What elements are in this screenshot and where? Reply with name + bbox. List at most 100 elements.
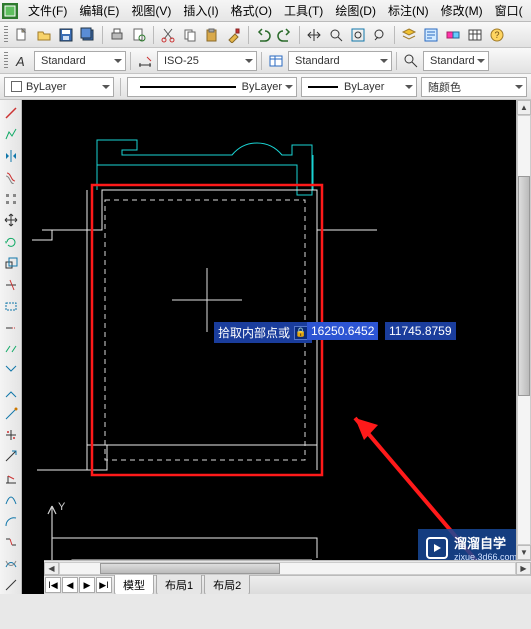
table-style-value: Standard	[295, 55, 340, 67]
coord-x-input[interactable]: 16250.6452	[307, 322, 378, 340]
rotate-icon[interactable]	[2, 233, 20, 250]
text-style-combo[interactable]: Standard	[34, 51, 126, 71]
search-style-combo[interactable]: Standard	[423, 51, 489, 71]
toolbar-grip[interactable]	[4, 52, 8, 70]
arc-icon[interactable]	[2, 512, 20, 529]
menu-file[interactable]: 文件(F)	[22, 0, 73, 21]
extend-icon[interactable]	[2, 319, 20, 336]
print-icon[interactable]	[107, 25, 127, 45]
undo-icon[interactable]	[253, 25, 273, 45]
save-icon[interactable]	[56, 25, 76, 45]
tab-layout2[interactable]: 布局2	[204, 575, 250, 595]
vertical-scrollbar[interactable]: ▲ ▼	[516, 100, 531, 560]
fillet-icon[interactable]	[2, 362, 20, 379]
rectangle-icon[interactable]	[2, 297, 20, 314]
menu-dimension[interactable]: 标注(N)	[382, 0, 435, 21]
point-icon[interactable]	[2, 555, 20, 572]
dim-style-value: ISO-25	[164, 55, 199, 67]
chamfer-icon[interactable]	[2, 383, 20, 400]
coord-y-input[interactable]: 11745.8759	[385, 322, 456, 340]
menu-format[interactable]: 格式(O)	[225, 0, 278, 21]
text-style-icon[interactable]: A	[12, 51, 32, 71]
save-all-icon[interactable]	[78, 25, 98, 45]
scale-icon[interactable]	[2, 254, 20, 271]
move-icon[interactable]	[2, 211, 20, 228]
open-icon[interactable]	[34, 25, 54, 45]
zoom-prev-icon[interactable]	[370, 25, 390, 45]
svg-text:?: ?	[494, 30, 499, 40]
new-icon[interactable]	[12, 25, 32, 45]
tab-next-icon[interactable]: ▶	[79, 577, 95, 593]
redo-icon[interactable]	[275, 25, 295, 45]
colormode-combo[interactable]: 随颜色	[421, 77, 527, 97]
explode-icon[interactable]	[2, 405, 20, 422]
scroll-h-thumb[interactable]	[100, 563, 280, 574]
hatch-icon[interactable]	[2, 426, 20, 443]
copy-icon[interactable]	[180, 25, 200, 45]
menu-tools[interactable]: 工具(T)	[278, 0, 329, 21]
curve-icon[interactable]	[2, 491, 20, 508]
pan-icon[interactable]	[304, 25, 324, 45]
lineweight-combo[interactable]: ByLayer	[301, 77, 417, 97]
zoom-icon[interactable]	[326, 25, 346, 45]
lock-icon: 🔒	[294, 326, 308, 340]
spline-icon[interactable]	[2, 577, 20, 594]
scroll-right-icon[interactable]: ▶	[516, 562, 531, 575]
zoom-extents-icon[interactable]	[348, 25, 368, 45]
stretch-icon[interactable]	[2, 448, 20, 465]
cut-icon[interactable]	[158, 25, 178, 45]
table-style-combo[interactable]: Standard	[288, 51, 392, 71]
break-icon[interactable]	[2, 340, 20, 357]
line-icon[interactable]	[2, 104, 20, 121]
menu-window[interactable]: 窗口(	[489, 0, 529, 21]
layer-color-swatch	[11, 81, 22, 92]
menu-edit[interactable]: 编辑(E)	[73, 0, 125, 21]
layer-combo[interactable]: ByLayer	[4, 77, 114, 97]
tab-layout1[interactable]: 布局1	[156, 575, 202, 595]
properties-toolbar: ByLayer ByLayer ByLayer 随颜色	[0, 74, 531, 100]
table-icon[interactable]	[465, 25, 485, 45]
block-icon[interactable]	[443, 25, 463, 45]
print-preview-icon[interactable]	[129, 25, 149, 45]
toolbar-grip[interactable]	[4, 26, 8, 44]
trim-icon[interactable]	[2, 276, 20, 293]
tab-last-icon[interactable]: ▶I	[96, 577, 112, 593]
polyline-icon[interactable]	[2, 125, 20, 142]
scroll-left-icon[interactable]: ◀	[44, 562, 59, 575]
menu-bar: 文件(F) 编辑(E) 视图(V) 插入(I) 格式(O) 工具(T) 绘图(D…	[0, 0, 531, 22]
scroll-h-track[interactable]	[59, 562, 516, 575]
mirror-icon[interactable]	[2, 147, 20, 164]
linetype-preview	[140, 86, 236, 88]
region-icon[interactable]	[2, 469, 20, 486]
search-style-icon[interactable]	[401, 51, 421, 71]
dim-style-icon[interactable]	[135, 51, 155, 71]
drawing-canvas[interactable]: Y X 拾取内部点或 🔒 16250.6452 11745.8759 溜溜自学 …	[22, 100, 531, 594]
layers-icon[interactable]	[399, 25, 419, 45]
paste-icon[interactable]	[202, 25, 222, 45]
menu-modify[interactable]: 修改(M)	[435, 0, 489, 21]
horizontal-scrollbar[interactable]: ◀ ▶	[44, 560, 531, 575]
join-icon[interactable]	[2, 534, 20, 551]
standard-toolbar: ?	[0, 22, 531, 48]
colormode-name: 随颜色	[428, 79, 461, 95]
dim-style-combo[interactable]: ISO-25	[157, 51, 257, 71]
scroll-v-thumb[interactable]	[518, 176, 530, 396]
lineweight-preview	[308, 86, 338, 88]
menu-draw[interactable]: 绘图(D)	[329, 0, 382, 21]
help-icon[interactable]: ?	[487, 25, 507, 45]
scroll-up-icon[interactable]: ▲	[517, 100, 531, 115]
linetype-combo[interactable]: ByLayer	[127, 77, 297, 97]
scroll-v-track[interactable]	[517, 115, 531, 545]
menu-view[interactable]: 视图(V)	[125, 0, 177, 21]
tab-prev-icon[interactable]: ◀	[62, 577, 78, 593]
lineweight-name: ByLayer	[344, 81, 384, 93]
match-prop-icon[interactable]	[224, 25, 244, 45]
array-icon[interactable]	[2, 190, 20, 207]
tab-first-icon[interactable]: I◀	[45, 577, 61, 593]
menu-insert[interactable]: 插入(I)	[177, 0, 224, 21]
offset-icon[interactable]	[2, 168, 20, 185]
tab-model[interactable]: 模型	[114, 575, 154, 595]
properties-icon[interactable]	[421, 25, 441, 45]
scroll-down-icon[interactable]: ▼	[517, 545, 531, 560]
table-style-icon[interactable]	[266, 51, 286, 71]
